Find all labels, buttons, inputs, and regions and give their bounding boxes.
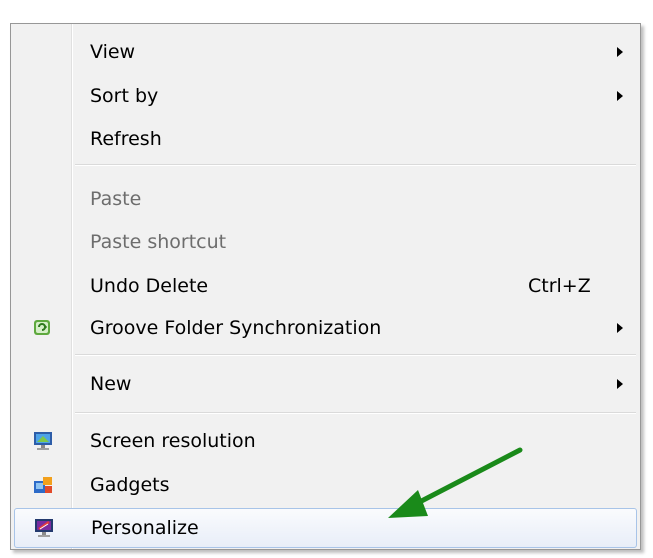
menu-item-label: View [90, 41, 136, 63]
gadgets-icon [34, 477, 52, 493]
submenu-arrow-icon [617, 47, 623, 57]
menu-item-paste: Paste [14, 179, 637, 219]
personalize-icon [35, 519, 53, 537]
menu-item-label: Personalize [91, 517, 199, 539]
menu-item-groove-folder-sync[interactable]: Groove Folder Synchronization [14, 308, 637, 348]
menu-item-new[interactable]: New [14, 364, 637, 404]
menu-item-label: Groove Folder Synchronization [90, 317, 382, 339]
submenu-arrow-icon [617, 323, 623, 333]
monitor-icon [34, 432, 52, 450]
green-arrow-annotation [388, 447, 523, 518]
desktop-context-menu: View Sort by Refresh Paste Paste shortcu… [10, 23, 641, 550]
menu-item-undo-delete[interactable]: Undo Delete Ctrl+Z [14, 266, 637, 306]
menu-item-shortcut: Ctrl+Z [528, 275, 591, 297]
menu-item-personalize[interactable]: Personalize [14, 508, 637, 548]
menu-item-label: Refresh [90, 128, 162, 150]
menu-item-label: Paste [90, 188, 142, 210]
menu-separator [75, 164, 636, 166]
menu-separator [75, 412, 636, 414]
groove-sync-icon [34, 320, 50, 335]
menu-item-screen-resolution[interactable]: Screen resolution [14, 421, 637, 461]
menu-item-label: New [90, 373, 132, 395]
menu-item-label: Gadgets [90, 474, 170, 496]
menu-item-label: Screen resolution [90, 430, 256, 452]
menu-item-label: Sort by [90, 85, 159, 107]
menu-item-label: Paste shortcut [90, 231, 227, 253]
submenu-arrow-icon [617, 379, 623, 389]
menu-item-view[interactable]: View [14, 32, 637, 72]
menu-separator [75, 354, 636, 356]
menu-item-paste-shortcut: Paste shortcut [14, 222, 637, 262]
menu-item-label: Undo Delete [90, 275, 209, 297]
menu-item-sort-by[interactable]: Sort by [14, 76, 637, 116]
menu-item-gadgets[interactable]: Gadgets [14, 465, 637, 505]
submenu-arrow-icon [617, 91, 623, 101]
menu-item-refresh[interactable]: Refresh [14, 119, 637, 159]
